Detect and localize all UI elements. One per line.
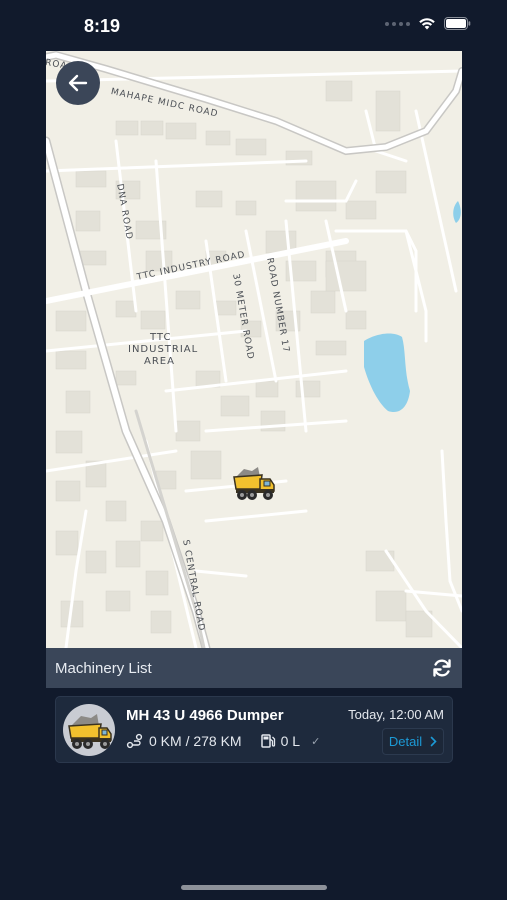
distance-stat: 0 KM / 278 KM <box>126 733 242 749</box>
fuel-pump-icon <box>260 734 275 748</box>
dumper-truck-icon <box>68 714 112 749</box>
refresh-icon[interactable] <box>431 657 453 679</box>
machinery-list-title: Machinery List <box>55 659 152 677</box>
machine-card[interactable]: MH 43 U 4966 Dumper Today, 12:00 AM 0 KM… <box>55 696 453 763</box>
detail-button-label: Detail <box>388 734 423 749</box>
fuel-stat: 0 L ✓ <box>260 733 321 749</box>
status-icons <box>385 17 471 30</box>
machine-name: MH 43 U 4966 Dumper <box>126 707 284 724</box>
wifi-icon <box>418 17 436 30</box>
home-indicator[interactable] <box>181 885 327 890</box>
machine-stats: 0 KM / 278 KM 0 L ✓ <box>126 733 320 749</box>
distance-value: 0 KM / 278 KM <box>149 733 242 749</box>
map-view[interactable]: ROA MAHAPE MIDC ROAD DNA ROAD TTC INDUST… <box>46 51 462 648</box>
machinery-list-header: Machinery List <box>46 648 462 688</box>
route-icon <box>126 733 143 749</box>
check-icon: ✓ <box>311 735 321 748</box>
machine-last-update: Today, 12:00 AM <box>348 707 444 722</box>
machine-avatar <box>63 704 115 756</box>
map-label-industrial: INDUSTRIAL <box>128 344 199 355</box>
status-time: 8:19 <box>84 16 121 36</box>
map-label-ttc: TTC <box>150 332 172 343</box>
battery-icon <box>444 17 471 30</box>
cellular-signal-icon <box>385 21 410 26</box>
back-button[interactable] <box>56 61 100 105</box>
fuel-value: 0 L <box>280 733 301 749</box>
dumper-truck-icon[interactable] <box>230 463 278 503</box>
chevron-right-icon <box>430 736 437 747</box>
map-canvas <box>46 51 462 648</box>
detail-button[interactable]: Detail <box>382 728 444 755</box>
map-label-area: AREA <box>144 356 175 367</box>
arrow-left-icon <box>68 74 88 92</box>
status-bar: 8:19 <box>0 0 507 52</box>
